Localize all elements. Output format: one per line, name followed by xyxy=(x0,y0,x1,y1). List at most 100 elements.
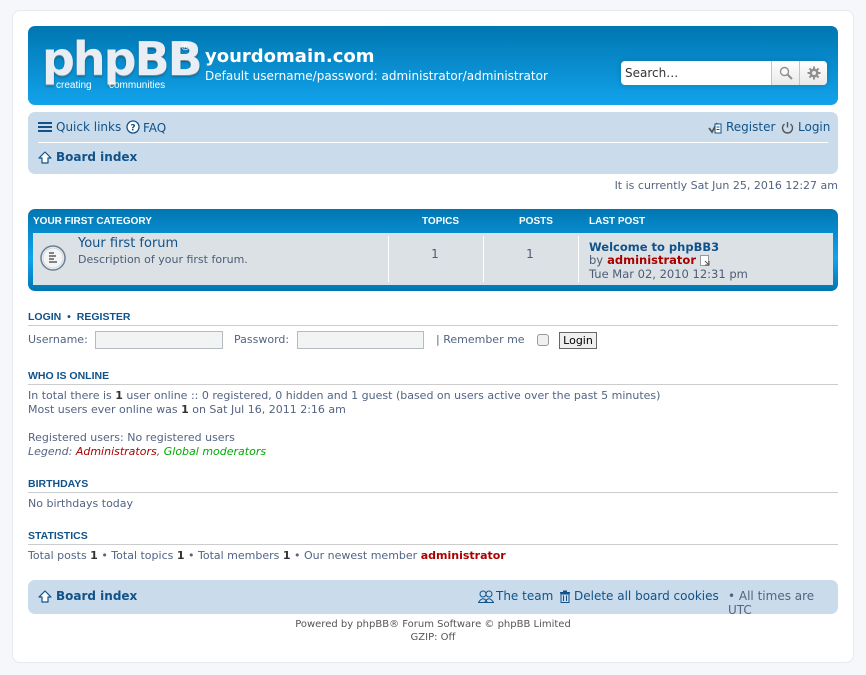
forum-posts-count: 1 xyxy=(526,247,534,261)
login-heading: LOGIN • REGISTER xyxy=(28,311,838,326)
birthdays-text: No birthdays today xyxy=(28,497,134,510)
forum-row: Your first forum Description of your fir… xyxy=(33,233,833,285)
login-link[interactable]: Login xyxy=(781,120,830,134)
register-heading-link[interactable]: REGISTER xyxy=(77,311,131,323)
last-post-by: by xyxy=(589,253,604,267)
home-icon xyxy=(38,150,52,164)
last-post-time: Tue Mar 02, 2010 12:31 pm xyxy=(589,267,748,281)
copyright-line: Powered by phpBB® Forum Software © phpBB… xyxy=(295,619,571,630)
power-icon xyxy=(781,121,794,134)
register-icon xyxy=(708,122,722,134)
home-icon xyxy=(38,589,52,603)
legend-administrators[interactable]: Administrators xyxy=(76,445,157,458)
hamburger-icon xyxy=(38,122,52,132)
phpbb-logo[interactable]: phpBB ® creating communities xyxy=(42,32,203,94)
who-is-online-heading: WHO IS ONLINE xyxy=(28,370,838,385)
team-icon xyxy=(478,590,494,603)
current-time: It is currently Sat Jun 25, 2016 12:27 a… xyxy=(614,179,838,192)
most-online-line: Most users ever online was 1 on Sat Jul … xyxy=(28,403,346,416)
birthdays-heading: BIRTHDAYS xyxy=(28,478,838,493)
forum-description: Description of your first forum. xyxy=(78,253,248,266)
total-posts: 1 xyxy=(90,549,98,562)
login-heading-link[interactable]: LOGIN xyxy=(28,311,61,323)
navbar-divider xyxy=(38,142,828,143)
total-members: 1 xyxy=(282,549,291,562)
who-is-online-link[interactable]: WHO IS ONLINE xyxy=(28,370,109,382)
online-text: In total there is xyxy=(28,389,116,402)
search-input[interactable] xyxy=(621,61,771,85)
password-label: Password: xyxy=(234,333,290,346)
forum-title-link[interactable]: Your first forum xyxy=(78,236,178,251)
view-latest-post-icon[interactable] xyxy=(700,254,710,266)
forum-topics-count: 1 xyxy=(431,247,439,261)
login-label: Login xyxy=(798,120,831,134)
footer-board-index[interactable]: Board index xyxy=(56,589,137,603)
remember-me-checkbox[interactable] xyxy=(537,334,549,346)
heading-separator: • xyxy=(67,311,71,323)
username-label: Username: xyxy=(28,333,88,346)
register-link[interactable]: Register xyxy=(708,120,775,134)
gear-icon xyxy=(807,66,820,80)
legend-line: Legend: Administrators, Global moderator… xyxy=(28,445,266,458)
breadcrumb-board-index[interactable]: Board index xyxy=(56,150,137,164)
help-icon: ? xyxy=(126,120,140,134)
logo-registered: ® xyxy=(180,40,191,53)
last-post-byline: by administrator xyxy=(589,253,710,267)
footer-breadcrumb[interactable]: Board index xyxy=(38,589,137,603)
site-title: yourdomain.com xyxy=(205,46,375,67)
registered-users-line: Registered users: No registered users xyxy=(28,431,235,444)
stat-label: • Total topics xyxy=(97,549,177,562)
team-link[interactable]: The team xyxy=(478,589,553,603)
stat-label: Total posts xyxy=(28,549,91,562)
delete-cookies-label: Delete all board cookies xyxy=(574,589,719,603)
most-online-text: on Sat Jul 16, 2011 2:16 am xyxy=(188,403,346,416)
stat-label: • Total members xyxy=(184,549,283,562)
statistics-line: Total posts 1 • Total topics 1 • Total m… xyxy=(28,549,506,562)
logo-text: phpBB xyxy=(42,32,203,86)
legend-global-moderators[interactable]: Global moderators xyxy=(164,445,266,458)
username-field[interactable] xyxy=(95,331,223,349)
breadcrumb[interactable]: Board index xyxy=(38,150,137,164)
register-label: Register xyxy=(726,120,776,134)
cell-divider xyxy=(483,236,484,282)
newest-member-link[interactable]: administrator xyxy=(421,549,506,562)
online-count: 1 xyxy=(115,389,123,402)
quick-links-label: Quick links xyxy=(56,120,122,134)
delete-cookies-link[interactable]: Delete all board cookies xyxy=(559,589,719,603)
most-online-text: Most users ever online was xyxy=(28,403,182,416)
last-post-author-link[interactable]: administrator xyxy=(607,253,696,267)
online-text: user online :: 0 registered, 0 hidden an… xyxy=(122,389,661,402)
svg-text:?: ? xyxy=(130,124,135,134)
login-button[interactable]: Login xyxy=(559,332,597,349)
magnifier-icon xyxy=(779,66,793,80)
category-title[interactable]: YOUR FIRST CATEGORY xyxy=(33,216,152,227)
gzip-status: GZIP: Off xyxy=(410,632,456,643)
team-label: The team xyxy=(496,589,554,603)
navbar: Quick links ? FAQ Register Login Board i… xyxy=(28,112,838,174)
last-post-title-link[interactable]: Welcome to phpBB3 xyxy=(589,240,719,254)
header-bar: phpBB ® creating communities yourdomain.… xyxy=(28,26,838,105)
password-field[interactable] xyxy=(297,331,424,349)
cell-divider xyxy=(388,236,389,282)
statistics-heading: STATISTICS xyxy=(28,530,838,545)
footer-navbar: Board index The team Delete all board co… xyxy=(28,580,838,617)
advanced-search-button[interactable] xyxy=(799,61,827,85)
remember-me-label: | Remember me xyxy=(436,333,525,346)
search-box xyxy=(621,61,827,85)
quick-links-button[interactable]: Quick links xyxy=(38,120,121,134)
search-button[interactable] xyxy=(771,61,799,85)
online-total-line: In total there is 1 user online :: 0 reg… xyxy=(28,389,660,402)
logo-tagline-1: creating xyxy=(56,80,92,91)
site-description: Default username/password: administrator… xyxy=(205,69,548,83)
col-posts-header: POSTS xyxy=(519,216,553,227)
col-last-post-header: LAST POST xyxy=(589,216,646,227)
cell-divider xyxy=(578,236,579,282)
legend-sep: , xyxy=(156,445,164,458)
timezone-info: • All times are UTC xyxy=(728,589,815,617)
faq-label: FAQ xyxy=(143,120,167,135)
total-topics: 1 xyxy=(176,549,185,562)
stat-label: • Our newest member xyxy=(290,549,421,562)
logo-tagline-2: communities xyxy=(109,80,166,91)
col-topics-header: TOPICS xyxy=(422,216,460,227)
faq-link[interactable]: ? FAQ xyxy=(126,120,166,135)
